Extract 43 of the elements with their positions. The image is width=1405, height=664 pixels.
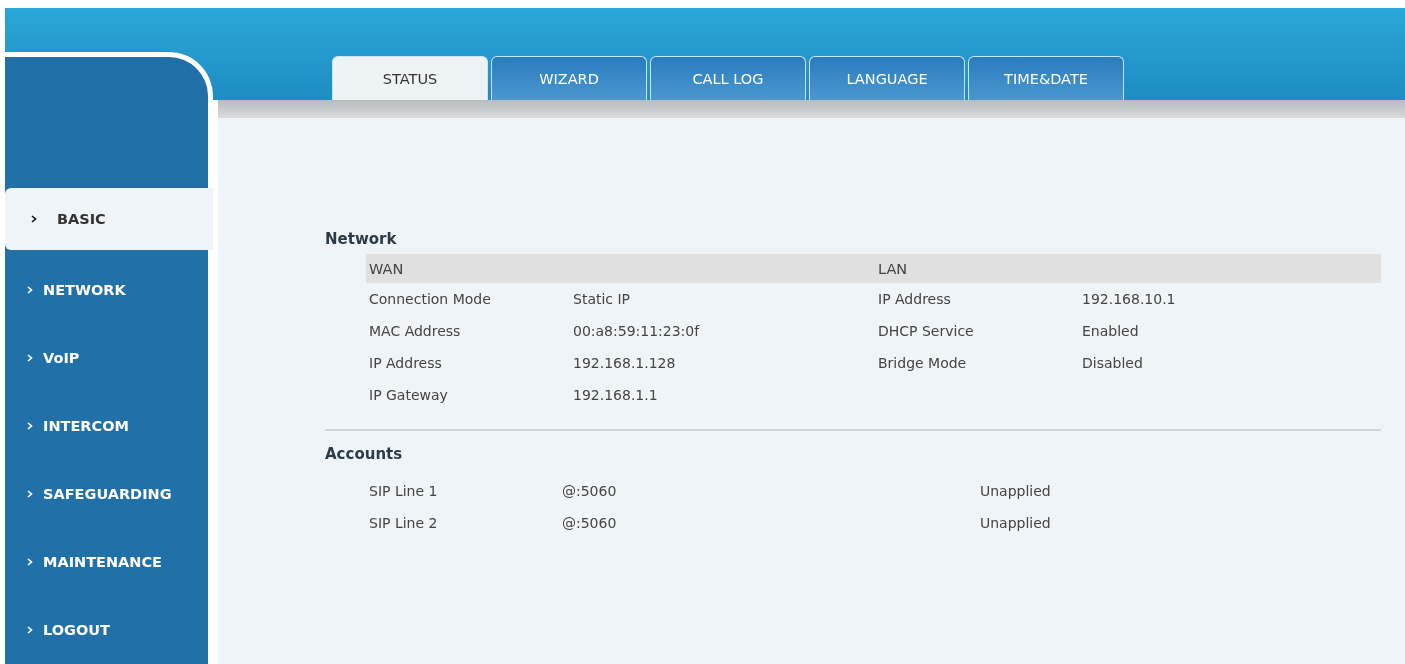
sidebar-item[interactable]: BASIC [5, 188, 213, 250]
tab[interactable]: CALL LOG [650, 56, 806, 100]
table-cell-text: 192.168.1.1 [572, 386, 659, 405]
chevron-icon [27, 354, 33, 362]
table-cell-text: MAC Address [368, 322, 462, 341]
tab[interactable]: TIME&DATE [968, 56, 1124, 100]
sidebar-item[interactable]: VoIP [5, 324, 208, 392]
table-cell-text: DHCP Service [877, 322, 975, 341]
section-title: Accounts [325, 445, 404, 465]
table-cell-text: IP Address [368, 354, 443, 373]
section-title: Network [325, 230, 398, 250]
table-cell-text: IP Address [877, 290, 952, 309]
chevron-icon [27, 422, 33, 430]
table-cell-text: Bridge Mode [877, 354, 968, 373]
tab[interactable]: WIZARD [491, 56, 647, 100]
chevron-icon [27, 286, 33, 294]
chevron-icon [27, 490, 33, 498]
sidebar-item[interactable]: SAFEGUARDING [5, 460, 208, 528]
table-cell-text: 00:a8:59:11:23:0f [572, 322, 701, 341]
sidebar-item[interactable]: INTERCOM [5, 392, 208, 460]
table-cell-text: SIP Line 1 [368, 482, 439, 501]
chevron-icon [27, 626, 33, 634]
chevron-icon [27, 558, 33, 566]
table-cell-text: SIP Line 2 [368, 514, 439, 533]
tab[interactable]: LANGUAGE [809, 56, 965, 100]
table-cell-text: Enabled [1081, 322, 1140, 341]
table-cell-text: Static IP [572, 290, 632, 309]
table-cell-text: Connection Mode [368, 290, 492, 309]
tab[interactable]: STATUS [332, 56, 488, 100]
table-cell-text: Disabled [1081, 354, 1144, 373]
chevron-icon [31, 215, 37, 223]
sidebar-item[interactable]: NETWORK [5, 256, 208, 324]
table-cell-text: 192.168.1.128 [572, 354, 677, 373]
table-cell-text: @:5060 [561, 482, 618, 501]
table-cell-text: Unapplied [979, 482, 1052, 501]
table-cell-text: 192.168.10.1 [1081, 290, 1177, 309]
table-header: WAN [366, 254, 875, 283]
table-cell-text: Unapplied [979, 514, 1052, 533]
table-cell-text: @:5060 [561, 514, 618, 533]
table-header: LAN [875, 254, 1381, 283]
sidebar-item[interactable]: MAINTENANCE [5, 528, 208, 596]
sidebar-item[interactable]: LOGOUT [5, 596, 208, 664]
table-cell-text: IP Gateway [368, 386, 449, 405]
